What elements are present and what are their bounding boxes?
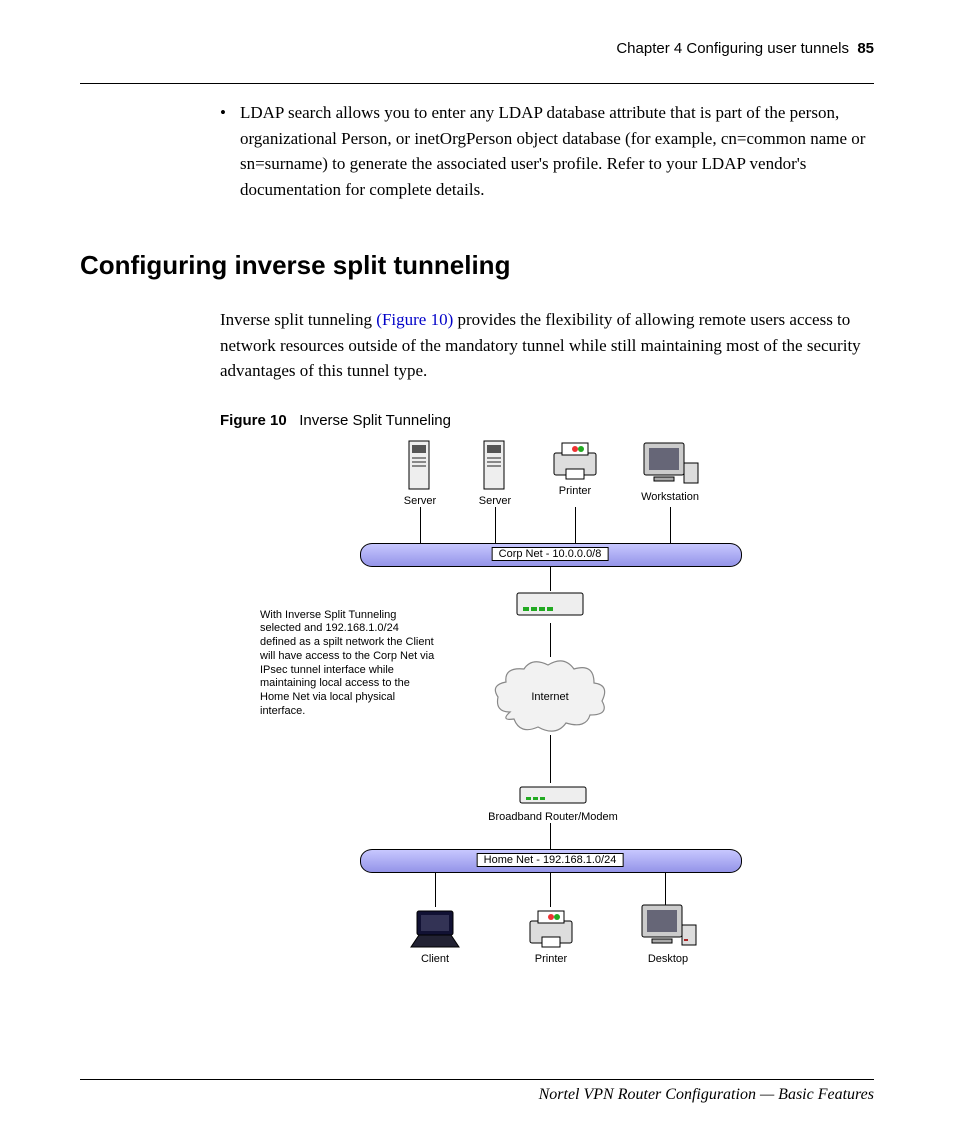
header-rule — [80, 83, 874, 84]
broadband-router-icon: Broadband Router/Modem — [478, 783, 628, 823]
footer-rule — [80, 1079, 874, 1080]
wire — [495, 507, 496, 543]
wire — [670, 507, 671, 543]
workstation-icon: Workstation — [630, 439, 710, 503]
monitor-icon — [638, 439, 702, 489]
figure-10-diagram: Server Server Printer — [220, 439, 860, 1059]
bullet-dot-icon: • — [220, 100, 226, 126]
section-heading: Configuring inverse split tunneling — [80, 250, 874, 281]
router-icon — [515, 589, 585, 623]
wire — [420, 507, 421, 543]
desktop-label: Desktop — [628, 953, 708, 965]
figure-title: Inverse Split Tunneling — [299, 412, 451, 429]
tower-icon — [480, 439, 510, 493]
figure-10-link[interactable]: (Figure 10) — [376, 310, 453, 329]
figure-label: Figure 10 — [220, 412, 287, 429]
modem-icon — [518, 783, 588, 809]
printer-icon — [548, 439, 602, 483]
client-icon: Client — [398, 907, 472, 965]
printer-icon — [524, 907, 578, 951]
printer-bottom-icon: Printer — [516, 907, 586, 965]
wire — [550, 567, 551, 591]
internet-cloud: Internet — [490, 657, 610, 737]
figure-annotation: With Inverse Split Tunneling selected an… — [260, 609, 435, 719]
page-header: Chapter 4 Configuring user tunnels 85 — [80, 40, 874, 57]
home-net-label: Home Net - 192.168.1.0/24 — [477, 853, 624, 867]
page-number: 85 — [857, 40, 874, 57]
broadband-label: Broadband Router/Modem — [478, 811, 628, 823]
vpn-router-icon — [515, 589, 585, 623]
printer-bottom-label: Printer — [516, 953, 586, 965]
wire — [575, 507, 576, 543]
workstation-label: Workstation — [630, 491, 710, 503]
server-1-label: Server — [395, 495, 445, 507]
wire — [550, 735, 551, 783]
intro-paragraph: Inverse split tunneling (Figure 10) prov… — [220, 307, 874, 384]
wire — [550, 623, 551, 657]
corp-net-label: Corp Net - 10.0.0.0/8 — [492, 547, 609, 561]
laptop-icon — [405, 907, 465, 951]
ldap-bullet-text: LDAP search allows you to enter any LDAP… — [240, 100, 874, 202]
chapter-label: Chapter 4 Configuring user tunnels — [616, 40, 849, 57]
server-2-label: Server — [470, 495, 520, 507]
tower-icon — [405, 439, 435, 493]
desktop-icon: Desktop — [628, 901, 708, 965]
printer-top-icon: Printer — [540, 439, 610, 497]
wire — [550, 823, 551, 849]
figure-caption: Figure 10 Inverse Split Tunneling — [220, 412, 874, 429]
printer-top-label: Printer — [540, 485, 610, 497]
server-1-icon: Server — [395, 439, 445, 507]
wire — [550, 873, 551, 907]
footer-text: Nortel VPN Router Configuration — Basic … — [80, 1086, 874, 1104]
internet-label: Internet — [490, 691, 610, 703]
wire — [435, 873, 436, 907]
server-2-icon: Server — [470, 439, 520, 507]
client-label: Client — [398, 953, 472, 965]
ldap-bullet: • LDAP search allows you to enter any LD… — [220, 100, 874, 202]
intro-pre: Inverse split tunneling — [220, 310, 376, 329]
monitor-icon — [636, 901, 700, 951]
